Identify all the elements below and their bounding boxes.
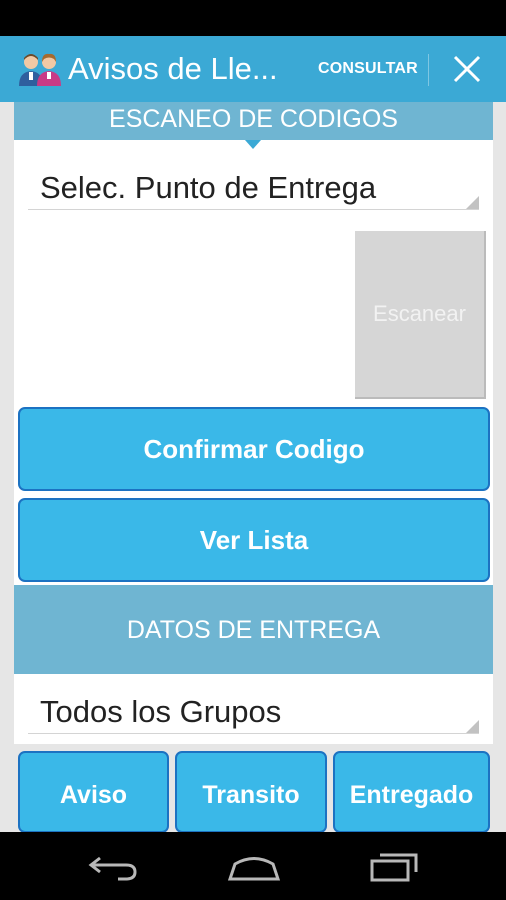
spinner-underline xyxy=(28,733,479,734)
view-list-button[interactable]: Ver Lista xyxy=(18,498,490,582)
recent-apps-icon[interactable] xyxy=(368,852,420,882)
delivery-point-spinner-value: Selec. Punto de Entrega xyxy=(40,170,377,205)
spinner-underline xyxy=(28,209,479,210)
status-bar xyxy=(0,0,506,36)
close-icon[interactable] xyxy=(450,52,484,86)
aviso-button[interactable]: Aviso xyxy=(18,751,169,833)
confirm-code-button[interactable]: Confirmar Codigo xyxy=(18,407,490,491)
scan-button[interactable]: Escanear xyxy=(355,231,486,399)
scan-section-header: ESCANEO DE CODIGOS xyxy=(14,102,493,140)
back-icon[interactable] xyxy=(88,852,140,882)
home-icon[interactable] xyxy=(226,852,282,882)
transito-button[interactable]: Transito xyxy=(175,751,327,833)
delivery-point-spinner[interactable]: Selec. Punto de Entrega xyxy=(14,150,493,220)
app-title: Avisos de Lle... xyxy=(68,51,278,86)
navigation-bar xyxy=(0,832,506,900)
group-spinner-value: Todos los Grupos xyxy=(40,694,282,729)
group-spinner[interactable]: Todos los Grupos xyxy=(14,674,493,744)
action-bar-divider xyxy=(428,54,429,86)
spinner-arrow-icon xyxy=(466,720,479,733)
spinner-arrow-icon xyxy=(466,196,479,209)
people-icon[interactable] xyxy=(18,52,62,86)
main-content: ESCANEO DE CODIGOS Selec. Punto de Entre… xyxy=(0,102,506,833)
delivery-section-header: DATOS DE ENTREGA xyxy=(14,585,493,675)
entregado-button[interactable]: Entregado xyxy=(333,751,490,833)
code-display-area xyxy=(14,226,350,394)
consultar-button[interactable]: CONSULTAR xyxy=(318,59,418,79)
action-bar: Avisos de Lle... CONSULTAR xyxy=(0,36,506,102)
section-indicator-arrow xyxy=(245,140,261,149)
